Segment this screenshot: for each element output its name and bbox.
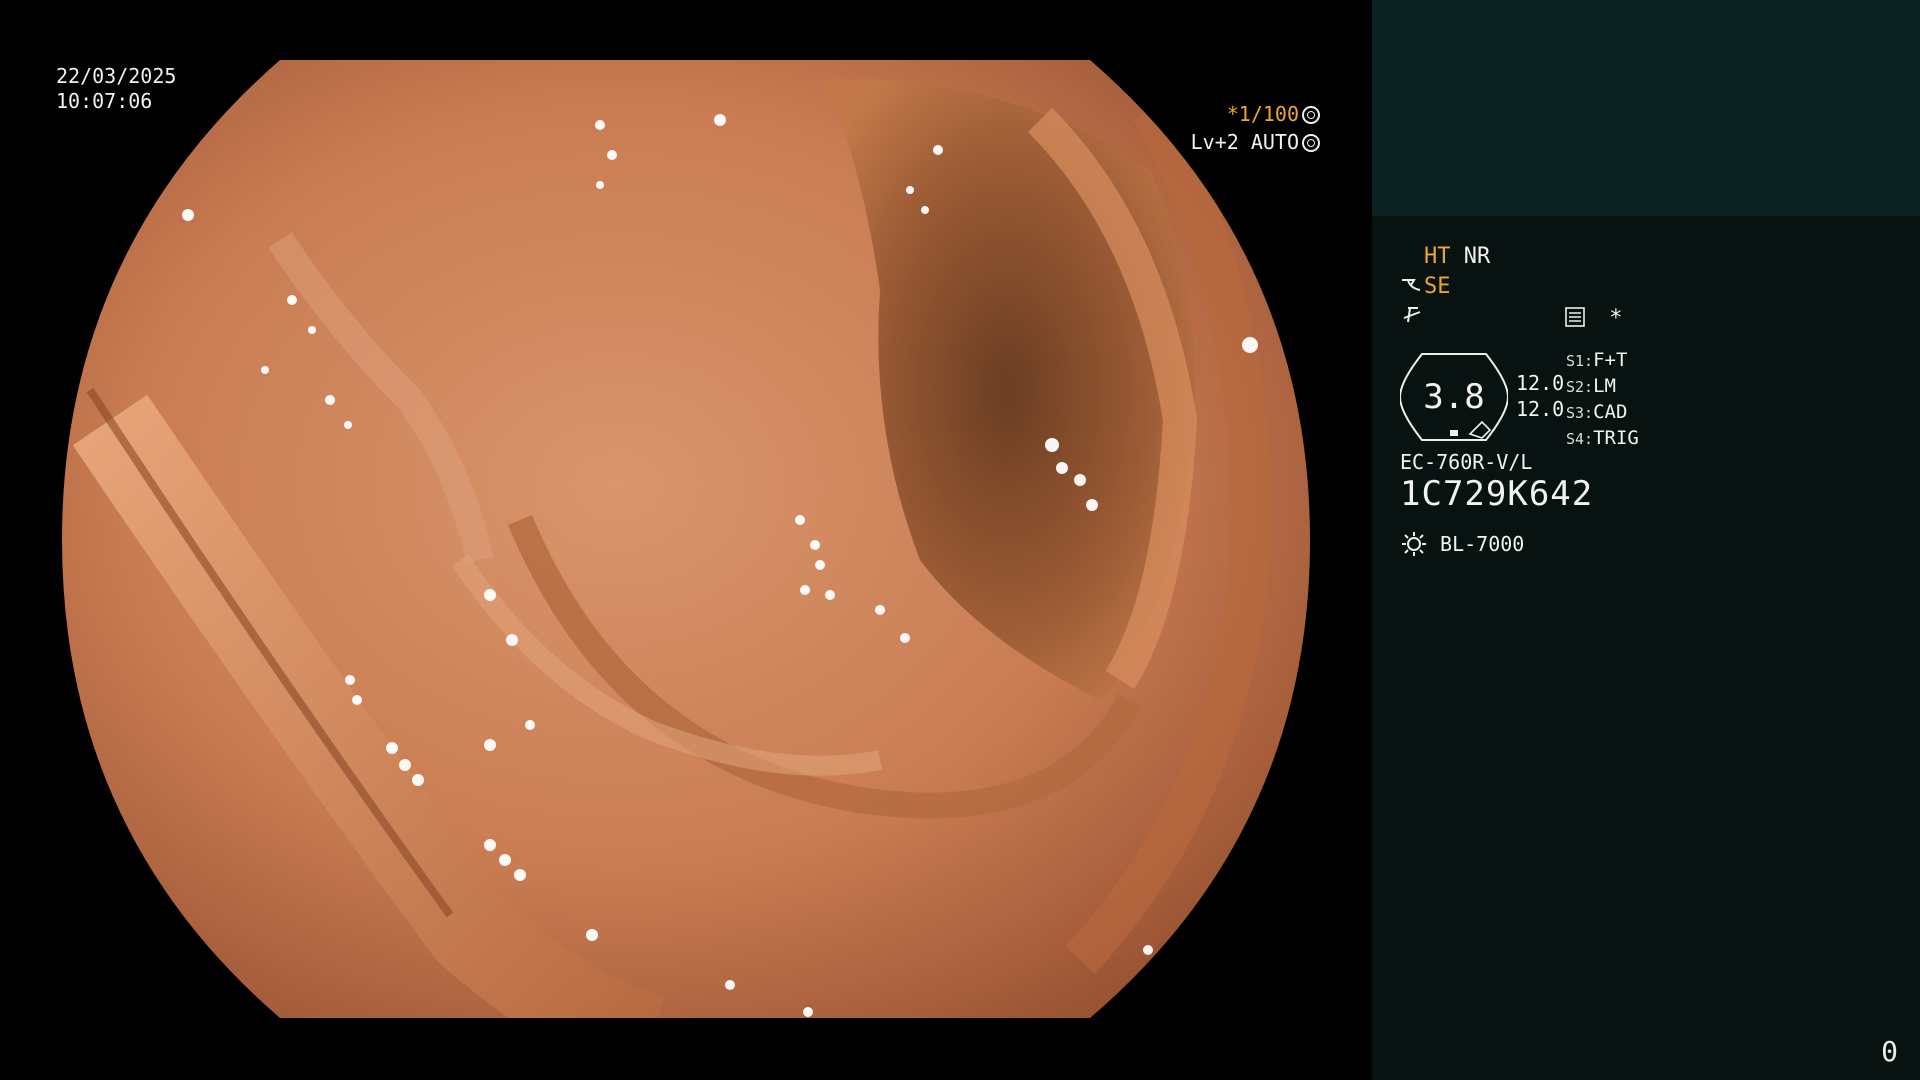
switch-list: S1:F+T S2:LM S3:CAD S4:TRIG: [1566, 348, 1639, 452]
channel-values: 12.0 12.0: [1516, 370, 1564, 422]
nr-label: NR: [1463, 244, 1491, 269]
scope-serial: 1C729K642: [1400, 474, 1594, 514]
light-source-label: BL-7000: [1440, 532, 1525, 556]
switch-2: S2:LM: [1566, 375, 1616, 397]
scope-icon: [1402, 279, 1421, 291]
settings-row: *: [1564, 306, 1623, 331]
asterisk-label: *: [1609, 306, 1623, 331]
light-source-row: BL-7000: [1400, 530, 1524, 558]
se-label: SE: [1424, 274, 1451, 299]
page-number: 0: [1881, 1035, 1898, 1068]
timestamp: 22/03/2025 10:07:06: [56, 64, 176, 114]
time-label: 10:07:06: [56, 89, 153, 113]
no-freeze-icon: [1403, 307, 1421, 323]
se-row: SE: [1400, 274, 1451, 299]
scope-diameter-badge: 3.8: [1400, 353, 1508, 441]
panel-header-block: [1372, 0, 1920, 216]
scale-value: 3.8: [1423, 377, 1484, 417]
freeze-row: [1402, 304, 1424, 332]
endoscopic-image: [62, 60, 1310, 1018]
date-label: 22/03/2025: [56, 64, 177, 88]
shutter-info: *1/100 Lv+2 AUTO: [1191, 100, 1320, 156]
enhancement-row: HT NR: [1424, 244, 1490, 269]
settings-icon: [1565, 307, 1585, 327]
switch-1: S1:F+T: [1566, 349, 1628, 371]
switch-4: S4:TRIG: [1566, 427, 1639, 449]
exposure-level: Lv+2 AUTO: [1190, 130, 1299, 154]
endoscope-view-pane: 22/03/2025 10:07:06 *1/100 Lv+2 AUTO: [0, 0, 1372, 1080]
scope-model: EC-760R-V/L: [1400, 450, 1533, 474]
switch-3: S3:CAD: [1566, 401, 1628, 423]
shutter-icon: [1302, 106, 1320, 124]
shutter-speed: *1/100: [1226, 102, 1299, 126]
auto-icon: [1302, 134, 1320, 152]
value-1: 12.0: [1516, 371, 1565, 395]
ht-label: HT: [1424, 244, 1451, 269]
light-source-icon: [1402, 532, 1426, 556]
value-2: 12.0: [1516, 397, 1565, 421]
